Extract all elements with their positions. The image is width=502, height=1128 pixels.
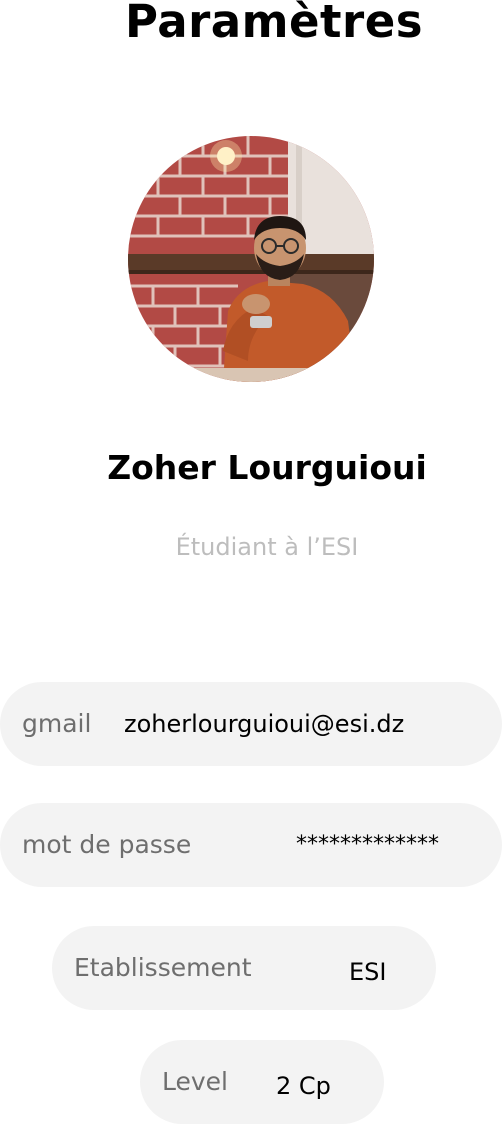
level-label: Level — [162, 1067, 228, 1096]
level-value[interactable]: 2 Cp — [276, 1044, 331, 1128]
level-field[interactable]: Level 2 Cp — [140, 1040, 384, 1124]
password-label: mot de passe — [22, 830, 192, 859]
establishment-value[interactable]: ESI — [349, 930, 386, 1014]
gmail-field[interactable]: gmail zoherlourguioui@esi.dz — [0, 682, 502, 766]
establishment-field[interactable]: Etablissement ESI — [52, 926, 436, 1010]
gmail-label: gmail — [22, 709, 92, 738]
page-title: Paramètres — [124, 0, 424, 48]
password-value[interactable]: ************* — [296, 803, 439, 887]
avatar[interactable] — [128, 136, 374, 382]
profile-photo — [128, 136, 374, 382]
user-name: Zoher Lourguioui — [107, 448, 427, 487]
password-field[interactable]: mot de passe ************* — [0, 803, 502, 887]
user-role: Étudiant à l’ESI — [175, 533, 359, 561]
establishment-label: Etablissement — [74, 953, 252, 982]
gmail-value[interactable]: zoherlourguioui@esi.dz — [124, 682, 404, 766]
